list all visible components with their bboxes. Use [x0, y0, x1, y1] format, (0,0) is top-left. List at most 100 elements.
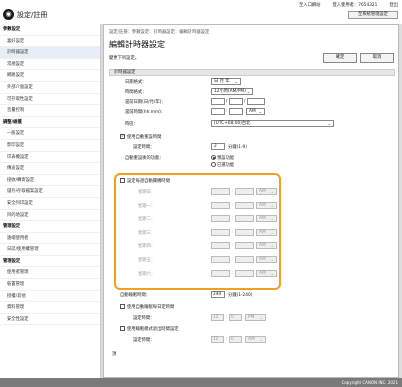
- weekday-minute-input[interactable]: [235, 256, 254, 263]
- top-links: 至入口網站 登入使用者：7654321 登出: [299, 2, 398, 8]
- sidebar-item[interactable]: 儲存/存取檔案設定: [0, 186, 100, 198]
- date-format-select[interactable]: 日 月 年 ⌄: [211, 78, 241, 85]
- weekday-ampm-select[interactable]: AM ⌄: [256, 242, 277, 250]
- sidebar-section-heading: 調整/維護: [0, 117, 100, 129]
- sidebar-item[interactable]: 常規設定: [0, 59, 100, 71]
- default-function-radio[interactable]: [211, 155, 216, 160]
- top-link[interactable]: 頂: [112, 351, 116, 357]
- separator: :: [232, 216, 234, 222]
- sidebar-item[interactable]: 影印設定: [0, 140, 100, 152]
- portal-link[interactable]: 至入口網站: [299, 2, 320, 8]
- sidebar-item[interactable]: 安全列印設定: [0, 198, 100, 210]
- chevron-down-icon: ⌄: [270, 229, 274, 235]
- weekday-hour-input[interactable]: [211, 228, 230, 236]
- logout-link[interactable]: 登出: [389, 2, 398, 8]
- weekday-ampm-select[interactable]: AM ⌄: [256, 201, 277, 209]
- date-day-input[interactable]: [211, 98, 225, 105]
- sleep-time-input[interactable]: 240: [211, 291, 225, 298]
- wake-ampm[interactable]: AM ⌄: [245, 336, 266, 343]
- time-ampm-select[interactable]: AM ⌄: [246, 108, 265, 115]
- weekday-minute-input[interactable]: [235, 228, 254, 236]
- weekday-minute-input[interactable]: [235, 242, 254, 250]
- daily-sleep-checkbox[interactable]: [120, 304, 125, 309]
- auto-reset-checkbox[interactable]: [120, 134, 125, 139]
- date-format-label: 日期格式：: [125, 80, 147, 85]
- weekday-ampm-select[interactable]: AM ⌄: [256, 228, 277, 236]
- weekday-hour-input[interactable]: [211, 256, 230, 263]
- sidebar-item[interactable]: 遠端使用者: [0, 233, 100, 245]
- default-function-label: 預設功能: [217, 156, 235, 161]
- wake-time-checkbox[interactable]: [120, 326, 125, 331]
- sidebar-item[interactable]: 資料管理: [0, 302, 100, 314]
- weekday-label: 星期六：: [138, 271, 156, 277]
- weekday-ampm-select[interactable]: AM ⌄: [256, 188, 277, 195]
- weekday-hour-input[interactable]: [211, 188, 230, 195]
- sidebar-item[interactable]: 網路設定: [0, 70, 100, 82]
- chevron-down-icon: ⌄: [246, 89, 250, 94]
- main-panel: 設定/註冊：參數設定：計時器設定：編輯計時器設定 編輯計時器設定 變更下列設定。…: [103, 24, 399, 378]
- weekday-minute-input[interactable]: [235, 201, 254, 209]
- wake-hour[interactable]: 12: [211, 336, 224, 343]
- selected-function-radio[interactable]: [211, 162, 216, 167]
- footer: Copyright CANON INC. 2021: [0, 378, 402, 387]
- sidebar-item[interactable]: 裝置管理: [0, 279, 100, 291]
- system-settings-button[interactable]: 至系統管理設定: [348, 11, 398, 19]
- sidebar-item[interactable]: 喜好設定: [0, 36, 100, 48]
- after-reset-label: 自動重設後的功能：: [125, 156, 164, 161]
- timezone-select[interactable]: (UTC+08:00)台北 ⌄: [211, 120, 334, 127]
- weekday-hour-input[interactable]: [211, 201, 230, 209]
- weekday-minute-input[interactable]: [235, 269, 254, 277]
- daily-sleep-hour[interactable]: 12: [211, 314, 224, 321]
- login-user-label: 登入使用者：7654321: [332, 3, 378, 8]
- cancel-button[interactable]: 取消: [360, 53, 394, 63]
- wake-set-time-label: 設定時間：: [133, 338, 155, 343]
- sidebar-item[interactable]: 安全性設定: [0, 314, 100, 326]
- sidebar-item[interactable]: 可存取性設定: [0, 94, 100, 106]
- sidebar-item[interactable]: 目的地設定: [0, 210, 100, 222]
- weekday-label: 星期五：: [138, 258, 156, 263]
- daily-sleep-minute[interactable]: 0: [229, 314, 242, 321]
- ok-button[interactable]: 確定: [323, 53, 357, 63]
- weekday-hour-input[interactable]: [211, 269, 230, 277]
- chevron-down-icon: ⌄: [270, 257, 274, 262]
- section-header: 計時器設定: [109, 69, 395, 76]
- sidebar-item[interactable]: 日誌/使用權管理: [0, 244, 100, 256]
- duration-unit: 分鐘(1-9): [228, 145, 247, 150]
- separator: /: [226, 99, 228, 104]
- date-year-input[interactable]: [247, 98, 265, 105]
- sleep-time-label: 自動睡眠時間：: [120, 293, 151, 298]
- sidebar-item[interactable]: 授權/其他: [0, 291, 100, 303]
- duration-label: 設定時間：: [133, 145, 155, 150]
- sidebar-item[interactable]: 接收/轉寄設定: [0, 175, 100, 187]
- sidebar-section-heading: 參數設定: [0, 24, 100, 36]
- time-format-label: 時間格式：: [125, 90, 147, 95]
- sidebar-item[interactable]: 計時器設定: [0, 47, 100, 59]
- sidebar-item[interactable]: 傳送設定: [0, 163, 100, 175]
- sidebar-item[interactable]: 音量控制: [0, 105, 100, 117]
- time-format-select[interactable]: 12小時(AM/PM) ⌄: [211, 88, 253, 95]
- sidebar-item[interactable]: 外部介面設定: [0, 82, 100, 94]
- weekday-label: 星期四：: [138, 244, 156, 250]
- time-hour-input[interactable]: [211, 108, 225, 115]
- weekday-minute-input[interactable]: [235, 188, 254, 195]
- app-title: 設定/註冊: [17, 11, 48, 19]
- separator: :: [232, 270, 234, 276]
- sidebar-item[interactable]: 使用者管理: [0, 267, 100, 280]
- timezone-label: 時區：: [125, 122, 138, 127]
- separator: :: [232, 229, 234, 235]
- sidebar-item[interactable]: 一般設定: [0, 128, 100, 140]
- weekly-shutdown-checkbox[interactable]: [120, 178, 125, 183]
- weekday-ampm-select[interactable]: AM ⌄: [256, 215, 277, 223]
- duration-input[interactable]: 2: [211, 143, 225, 150]
- weekday-minute-input[interactable]: [235, 215, 254, 223]
- weekday-ampm-select[interactable]: AM ⌄: [256, 256, 277, 263]
- wake-minute[interactable]: 0: [229, 336, 242, 343]
- sidebar-section-heading: 管理設定: [0, 221, 100, 233]
- time-minute-input[interactable]: [229, 108, 243, 115]
- weekday-hour-input[interactable]: [211, 215, 230, 223]
- weekday-hour-input[interactable]: [211, 242, 230, 250]
- sidebar-item[interactable]: 印表機設定: [0, 152, 100, 164]
- weekday-ampm-select[interactable]: AM ⌄: [256, 269, 277, 277]
- date-month-input[interactable]: [229, 98, 243, 105]
- daily-sleep-ampm[interactable]: PM ⌄: [245, 314, 266, 321]
